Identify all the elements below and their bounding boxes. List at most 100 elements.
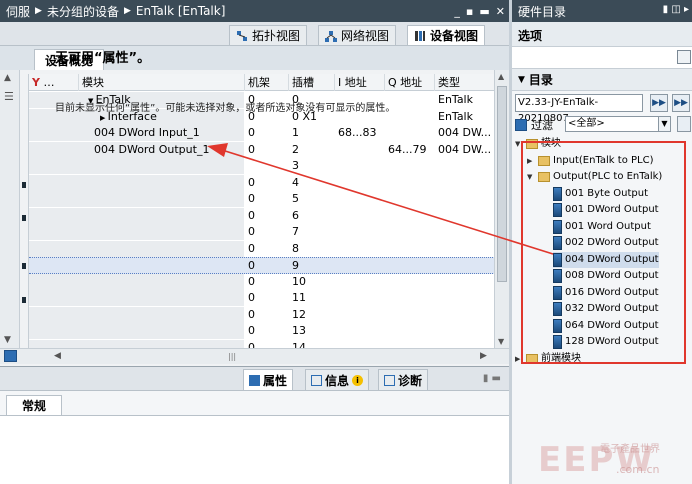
cell-text: 0 [248,324,255,337]
table-row[interactable]: 0 12 [29,306,494,324]
scroll-down-icon[interactable]: ▼ [498,337,504,346]
tab-network-view[interactable]: 网络视图 [318,25,397,45]
collapse-icon[interactable]: ▼ [515,136,523,152]
tab-label: 拓扑视图 [252,29,301,43]
scroll-grip-icon[interactable]: ||| [228,352,236,361]
options-section-header[interactable]: 选项 [512,22,692,47]
filter-checkbox[interactable] [515,119,527,131]
catalog-module-item[interactable]: 064 DWord Output [553,318,659,334]
column-header-slot[interactable]: 插槽 [289,74,335,91]
search-next-icon[interactable]: ▶▶ [650,94,668,112]
catalog-folder-item[interactable]: ▼ 模块 [515,136,561,152]
cell-q-addr: 64...79 [385,142,435,158]
expand-icon[interactable]: ▶ [515,351,523,367]
catalog-folder-item[interactable]: ▼ Output(PLC to EnTalk) [527,169,662,185]
horizontal-scrollbar[interactable]: ◀ ||| ▶ [0,348,509,364]
table-row[interactable]: 0 13 [29,323,494,340]
catalog-module-item[interactable]: 004 DWord Output [553,251,659,268]
folder-icon [538,172,550,182]
watermark-subtitle: 電子產品世界 [600,444,660,455]
scroll-right-icon[interactable]: ▶ [480,351,487,361]
cell-module [85,307,245,323]
table-row[interactable]: 08 [29,240,494,258]
scroll-up-icon[interactable]: ▲ [498,72,504,81]
catalog-folder-item[interactable]: ▶ 前端模块 [515,351,581,367]
table-row[interactable]: 0 11 [29,290,494,307]
breadcrumb-device[interactable]: EnTalk [EnTalk] [136,4,226,18]
table-row[interactable]: 004 DWord Output_1 0 2 64...79 004 DW... [29,141,494,159]
scroll-up-icon[interactable]: ▲ [4,73,11,83]
search-previous-icon[interactable]: ▶▶ [672,94,690,112]
tab-info[interactable]: 信息 i [305,369,370,390]
expand-icon[interactable]: ▶ [100,114,108,122]
cell-rack: 0 [245,307,289,323]
cell-slot: 13 [289,323,335,339]
catalog-module-item[interactable]: 008 DWord Output [553,268,659,284]
catalog-section-header[interactable]: ▼ 目录 [512,69,692,91]
panel-controls[interactable]: ▮ ◫ ▸ [663,4,689,15]
scroll-down-icon[interactable]: ▼ [4,335,11,345]
catalog-module-item[interactable]: 001 Word Output [553,219,651,235]
tab-topology-view[interactable]: 拓扑视图 [229,25,308,45]
table-row[interactable]: 09 [29,257,494,274]
breadcrumb-root[interactable]: 伺服 [6,3,30,20]
catalog-module-item[interactable]: 002 DWord Output [553,235,659,251]
catalog-module-item[interactable]: 032 DWord Output [553,301,659,317]
table-row[interactable]: 3 [29,158,494,175]
column-header-module[interactable]: 模块 [79,74,245,91]
catalog-search-input[interactable]: V2.33-JY-EnTalk-20210807 [515,94,643,124]
table-row[interactable]: 04 [29,174,494,192]
table-row[interactable]: 07 [29,224,494,241]
watermark-url: .com.cn [616,463,660,476]
minimize-icon[interactable]: _ [454,5,460,18]
tab-general[interactable]: 常规 [6,395,62,415]
filter-settings-icon[interactable] [677,116,691,132]
device-overview-table: Y … 模块 机架 插槽 I 地址 Q 地址 类型 ▼ EnTalk 0 0 EnTa… [28,74,494,348]
catalog-module-item[interactable]: 001 DWord Output [553,202,659,218]
table-row[interactable]: 0 14 [29,339,494,349]
catalog-folder-item[interactable]: ▶ Input(EnTalk to PLC) [527,153,653,169]
options-icon[interactable] [677,50,691,64]
tree-item-label: 064 DWord Output [565,319,659,331]
menu-icon[interactable]: ☰ [4,90,14,103]
tab-diagnostics[interactable]: 诊断 [378,369,429,390]
cell-module [85,274,245,290]
table-row[interactable]: 06 [29,207,494,225]
tab-device-view[interactable]: 设备视图 [407,25,486,45]
close-icon[interactable]: ✕ [496,5,505,18]
table-row[interactable]: 05 [29,191,494,208]
cell-text: 68...83 [338,126,377,139]
cell-q-addr [385,224,435,240]
expand-icon[interactable]: ▶ [527,153,535,169]
collapse-icon[interactable]: ▼ [527,169,535,185]
column-header-type[interactable]: 类型 [435,74,494,91]
catalog-module-item[interactable]: 128 DWord Output [553,334,659,350]
filter-select[interactable]: <全部> ▼ [565,116,671,132]
scroll-left-icon[interactable]: ◀ [54,351,61,361]
column-header-q-address[interactable]: Q 地址 [385,74,435,91]
catalog-module-item[interactable]: 001 Byte Output [553,186,648,202]
cell-q-addr [385,175,435,191]
cell-text: 0 [248,175,255,189]
scroll-thumb[interactable] [497,86,507,282]
cell-type: 004 DW... [435,125,494,141]
cell-module [85,208,245,224]
column-header-rack[interactable]: 机架 [245,74,289,91]
catalog-module-item[interactable]: 016 DWord Output [553,285,659,301]
breadcrumb-group[interactable]: 未分组的设备 [47,3,119,20]
table-row[interactable]: 0 10 [29,273,494,291]
folder-icon [538,155,550,166]
column-header-i-address[interactable]: I 地址 [335,74,385,91]
device-config-icon[interactable] [4,350,17,362]
filter-column-header[interactable]: Y … [29,74,79,91]
restore-icon[interactable]: ▪ [466,5,473,18]
panel-controls[interactable]: ▮ ▬ [483,373,501,384]
device-icon [414,30,426,42]
tile-icon[interactable]: ▬ [479,5,489,18]
table-row[interactable]: 004 DWord Input_1 0 1 68...83 004 DW... [29,125,494,142]
cell-i-addr [335,323,385,339]
tab-properties[interactable]: 属性 [243,369,294,390]
cell-q-addr [385,340,435,349]
cell-slot: 12 [289,307,335,323]
vertical-scrollbar[interactable]: ▲ ▼ [494,70,509,348]
